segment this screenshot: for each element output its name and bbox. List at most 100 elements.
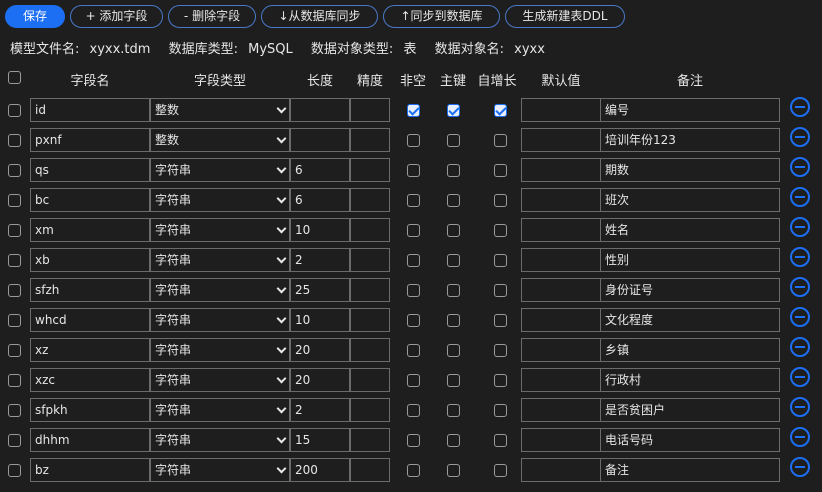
field-length-input[interactable]: 20 [290,368,350,392]
field-length-input[interactable]: 2 [290,248,350,272]
field-type-select[interactable]: 字符串 [150,248,290,272]
remark-input[interactable]: 备注 [600,458,780,482]
not-null-checkbox[interactable] [407,224,420,237]
auto-increment-checkbox[interactable] [494,434,507,447]
field-name-input[interactable]: id [30,98,150,122]
field-length-input[interactable] [290,98,350,122]
field-type-select[interactable]: 字符串 [150,158,290,182]
field-precision-input[interactable] [350,248,390,272]
minus-circle-icon[interactable] [790,427,810,447]
not-null-checkbox[interactable] [407,344,420,357]
minus-circle-icon[interactable] [790,307,810,327]
sync-to-db-button[interactable]: ↑同步到数据库 [383,5,500,28]
minus-circle-icon[interactable] [790,157,810,177]
auto-increment-checkbox[interactable] [494,224,507,237]
auto-increment-checkbox[interactable] [494,314,507,327]
remark-input[interactable]: 是否贫困户 [600,398,780,422]
auto-increment-checkbox[interactable] [494,464,507,477]
select-all-checkbox[interactable] [8,71,21,84]
row-select-checkbox[interactable] [8,314,21,327]
add-field-button[interactable]: + 添加字段 [70,5,163,28]
not-null-checkbox[interactable] [407,194,420,207]
remark-input[interactable]: 班次 [600,188,780,212]
field-type-select[interactable]: 字符串 [150,428,290,452]
field-precision-input[interactable] [350,278,390,302]
field-name-input[interactable]: xm [30,218,150,242]
primary-key-checkbox[interactable] [447,284,460,297]
row-select-checkbox[interactable] [8,464,21,477]
primary-key-checkbox[interactable] [447,314,460,327]
field-type-select[interactable]: 整数 [150,128,290,152]
default-value-input[interactable] [521,248,601,272]
field-length-input[interactable]: 25 [290,278,350,302]
not-null-checkbox[interactable] [407,404,420,417]
field-length-input[interactable]: 2 [290,398,350,422]
field-type-select[interactable]: 整数 [150,98,290,122]
minus-circle-icon[interactable] [790,367,810,387]
primary-key-checkbox[interactable] [447,344,460,357]
not-null-checkbox[interactable] [407,464,420,477]
auto-increment-checkbox[interactable] [494,104,507,117]
field-name-input[interactable]: sfzh [30,278,150,302]
default-value-input[interactable] [521,128,601,152]
remark-input[interactable]: 培训年份123 [600,128,780,152]
save-button[interactable]: 保存 [5,5,65,28]
minus-circle-icon[interactable] [790,337,810,357]
field-name-input[interactable]: dhhm [30,428,150,452]
not-null-checkbox[interactable] [407,134,420,147]
auto-increment-checkbox[interactable] [494,134,507,147]
primary-key-checkbox[interactable] [447,374,460,387]
field-precision-input[interactable] [350,98,390,122]
field-name-input[interactable]: bc [30,188,150,212]
default-value-input[interactable] [521,158,601,182]
field-name-input[interactable]: pxnf [30,128,150,152]
default-value-input[interactable] [521,218,601,242]
field-length-input[interactable]: 10 [290,218,350,242]
field-length-input[interactable]: 6 [290,158,350,182]
auto-increment-checkbox[interactable] [494,164,507,177]
default-value-input[interactable] [521,308,601,332]
minus-circle-icon[interactable] [790,187,810,207]
default-value-input[interactable] [521,338,601,362]
minus-circle-icon[interactable] [790,277,810,297]
primary-key-checkbox[interactable] [447,164,460,177]
minus-circle-icon[interactable] [790,397,810,417]
default-value-input[interactable] [521,98,601,122]
field-precision-input[interactable] [350,158,390,182]
not-null-checkbox[interactable] [407,374,420,387]
primary-key-checkbox[interactable] [447,194,460,207]
not-null-checkbox[interactable] [407,314,420,327]
remark-input[interactable]: 性别 [600,248,780,272]
remark-input[interactable]: 文化程度 [600,308,780,332]
field-name-input[interactable]: xzc [30,368,150,392]
sync-from-db-button[interactable]: ↓从数据库同步 [261,5,378,28]
remark-input[interactable]: 乡镇 [600,338,780,362]
row-select-checkbox[interactable] [8,104,21,117]
remark-input[interactable]: 姓名 [600,218,780,242]
row-select-checkbox[interactable] [8,134,21,147]
field-type-select[interactable]: 字符串 [150,398,290,422]
generate-ddl-button[interactable]: 生成新建表DDL [505,5,625,28]
field-type-select[interactable]: 字符串 [150,218,290,242]
remark-input[interactable]: 行政村 [600,368,780,392]
primary-key-checkbox[interactable] [447,464,460,477]
default-value-input[interactable] [521,428,601,452]
row-select-checkbox[interactable] [8,284,21,297]
remark-input[interactable]: 期数 [600,158,780,182]
primary-key-checkbox[interactable] [447,254,460,267]
default-value-input[interactable] [521,368,601,392]
minus-circle-icon[interactable] [790,127,810,147]
field-name-input[interactable]: xb [30,248,150,272]
row-select-checkbox[interactable] [8,404,21,417]
field-length-input[interactable]: 200 [290,458,350,482]
minus-circle-icon[interactable] [790,457,810,477]
field-name-input[interactable]: xz [30,338,150,362]
field-precision-input[interactable] [350,338,390,362]
default-value-input[interactable] [521,458,601,482]
field-name-input[interactable]: sfpkh [30,398,150,422]
field-precision-input[interactable] [350,368,390,392]
field-length-input[interactable] [290,128,350,152]
default-value-input[interactable] [521,188,601,212]
field-precision-input[interactable] [350,188,390,212]
default-value-input[interactable] [521,278,601,302]
